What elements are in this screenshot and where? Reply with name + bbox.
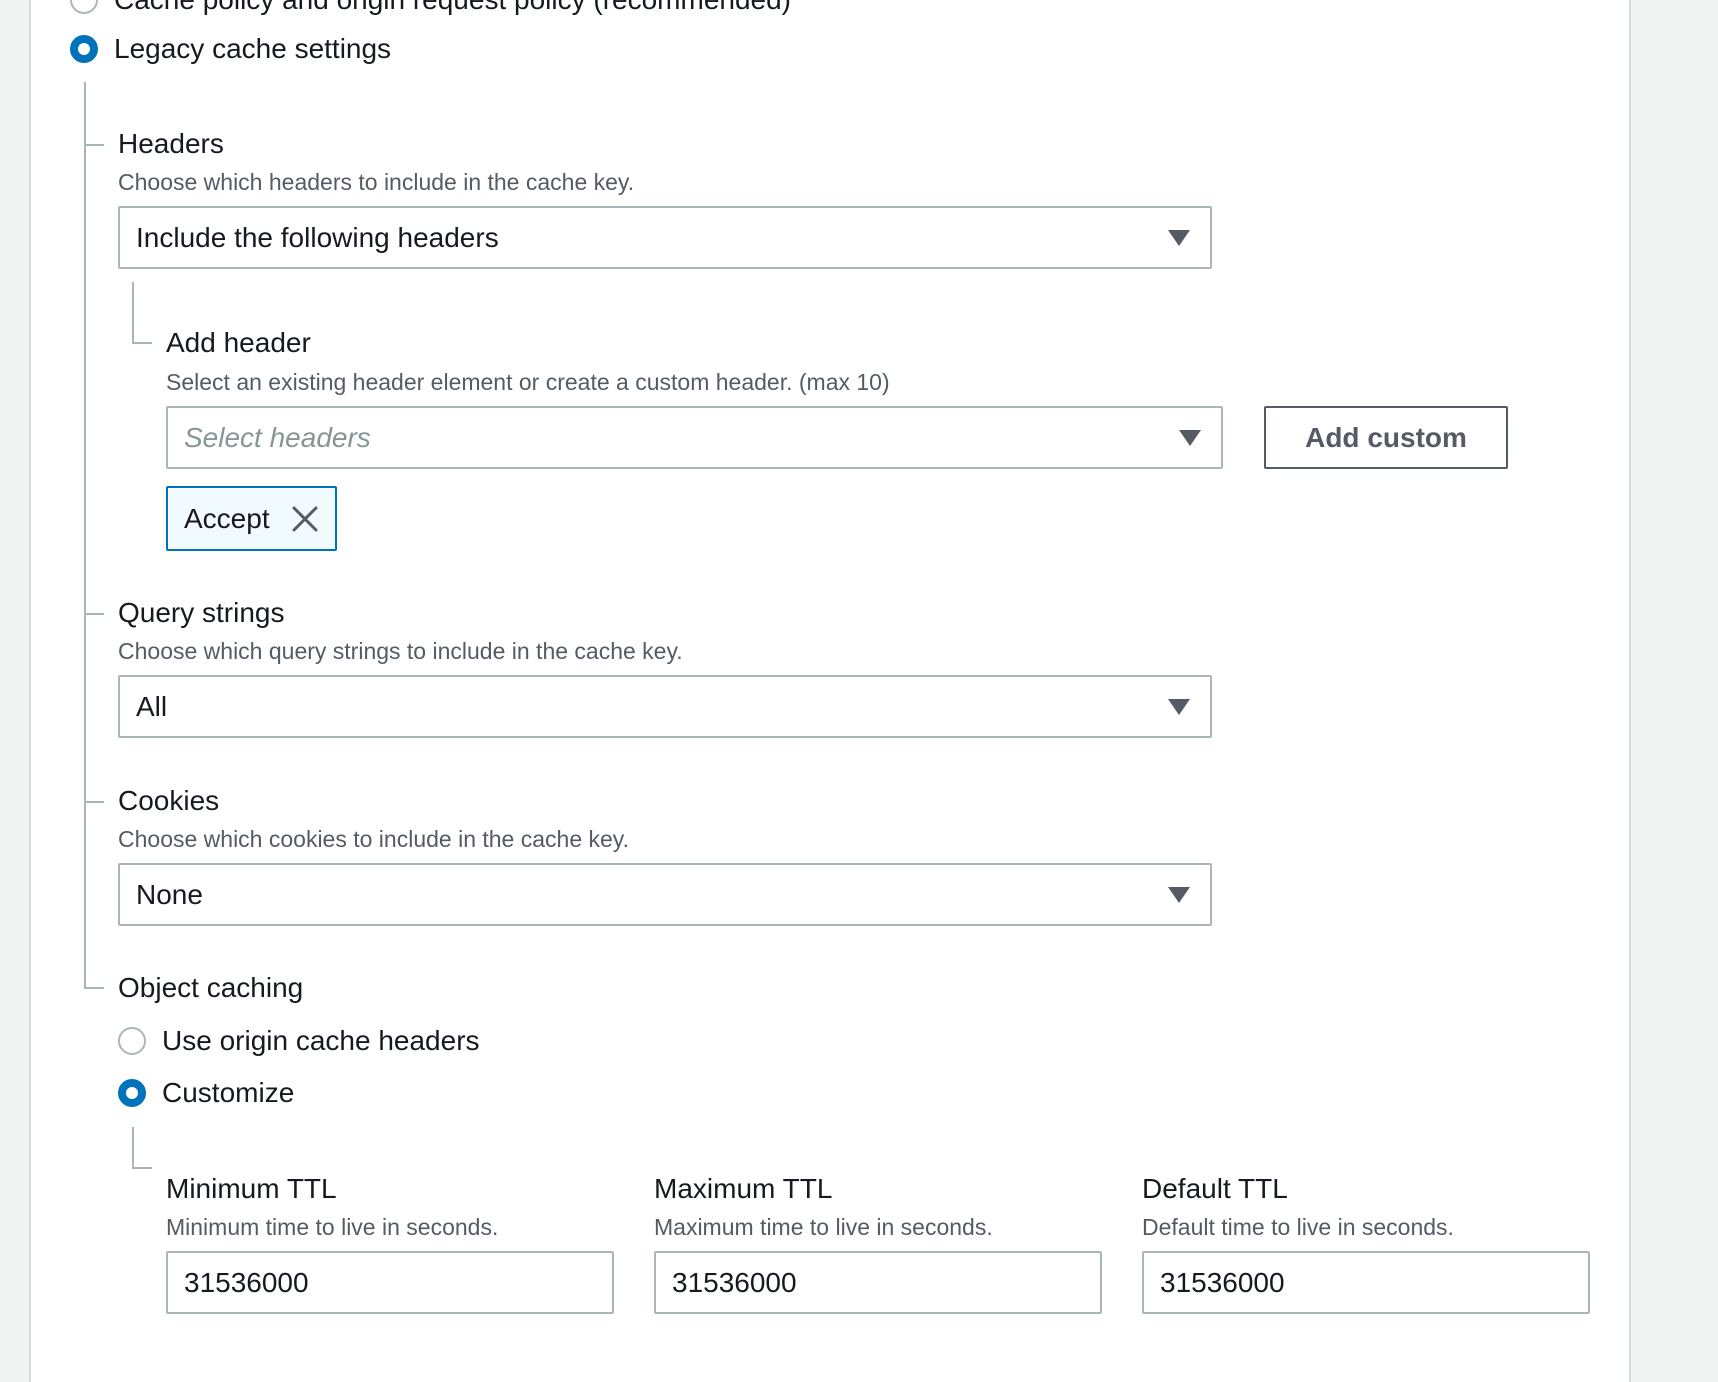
tree-line-outer (84, 82, 86, 988)
default-ttl-description: Default time to live in seconds. (1142, 1214, 1454, 1240)
customize-radio[interactable] (118, 1079, 146, 1107)
headers-title: Headers (118, 128, 224, 159)
query-strings-select-value: All (136, 691, 168, 722)
tree-branch-headers (84, 144, 104, 146)
query-strings-select[interactable]: All (118, 675, 1212, 738)
select-headers-placeholder: Select headers (184, 422, 371, 453)
tree-branch-query (84, 613, 104, 615)
default-ttl-input[interactable] (1142, 1251, 1590, 1314)
tree-branch-cookies (84, 801, 104, 803)
headers-description: Choose which headers to include in the c… (118, 169, 635, 195)
min-ttl-title: Minimum TTL (166, 1173, 337, 1204)
query-strings-description: Choose which query strings to include in… (118, 638, 683, 664)
tree-branch-add-header (132, 342, 152, 344)
headers-select-value: Include the following headers (136, 222, 499, 253)
max-ttl-input[interactable] (654, 1251, 1102, 1314)
cookies-select[interactable]: None (118, 863, 1212, 926)
cookies-description: Choose which cookies to include in the c… (118, 826, 629, 852)
header-token-label: Accept (184, 503, 270, 534)
default-ttl-title: Default TTL (1142, 1173, 1288, 1204)
cookies-title: Cookies (118, 785, 220, 816)
add-header-description: Select an existing header element or cre… (166, 369, 890, 395)
caret-down-icon (1168, 230, 1190, 246)
legacy-cache-radio[interactable] (70, 35, 98, 63)
tree-line-add-header (132, 282, 134, 344)
customize-label[interactable]: Customize (162, 1077, 294, 1109)
caret-down-icon (1179, 430, 1201, 446)
use-origin-cache-headers-label[interactable]: Use origin cache headers (162, 1025, 480, 1057)
caret-down-icon (1168, 887, 1190, 903)
select-headers-dropdown[interactable]: Select headers (166, 406, 1223, 469)
tree-branch-object (84, 987, 104, 989)
object-caching-title: Object caching (118, 972, 304, 1003)
min-ttl-description: Minimum time to live in seconds. (166, 1214, 499, 1240)
cookies-select-value: None (136, 879, 203, 910)
min-ttl-input[interactable] (166, 1251, 614, 1314)
caret-down-icon (1168, 699, 1190, 715)
max-ttl-description: Maximum time to live in seconds. (654, 1214, 993, 1240)
headers-select[interactable]: Include the following headers (118, 206, 1212, 269)
query-strings-title: Query strings (118, 597, 285, 628)
max-ttl-title: Maximum TTL (654, 1173, 833, 1204)
header-token-accept: Accept (166, 486, 337, 551)
tree-branch-customize (132, 1167, 152, 1169)
close-icon[interactable] (291, 505, 319, 533)
cache-policy-radio-label[interactable]: Cache policy and origin request policy (… (114, 0, 791, 16)
add-header-title: Add header (166, 327, 311, 358)
add-custom-button[interactable]: Add custom (1264, 406, 1508, 469)
use-origin-cache-headers-radio[interactable] (118, 1027, 146, 1055)
tree-line-customize (132, 1127, 134, 1169)
legacy-cache-radio-label[interactable]: Legacy cache settings (114, 33, 391, 65)
